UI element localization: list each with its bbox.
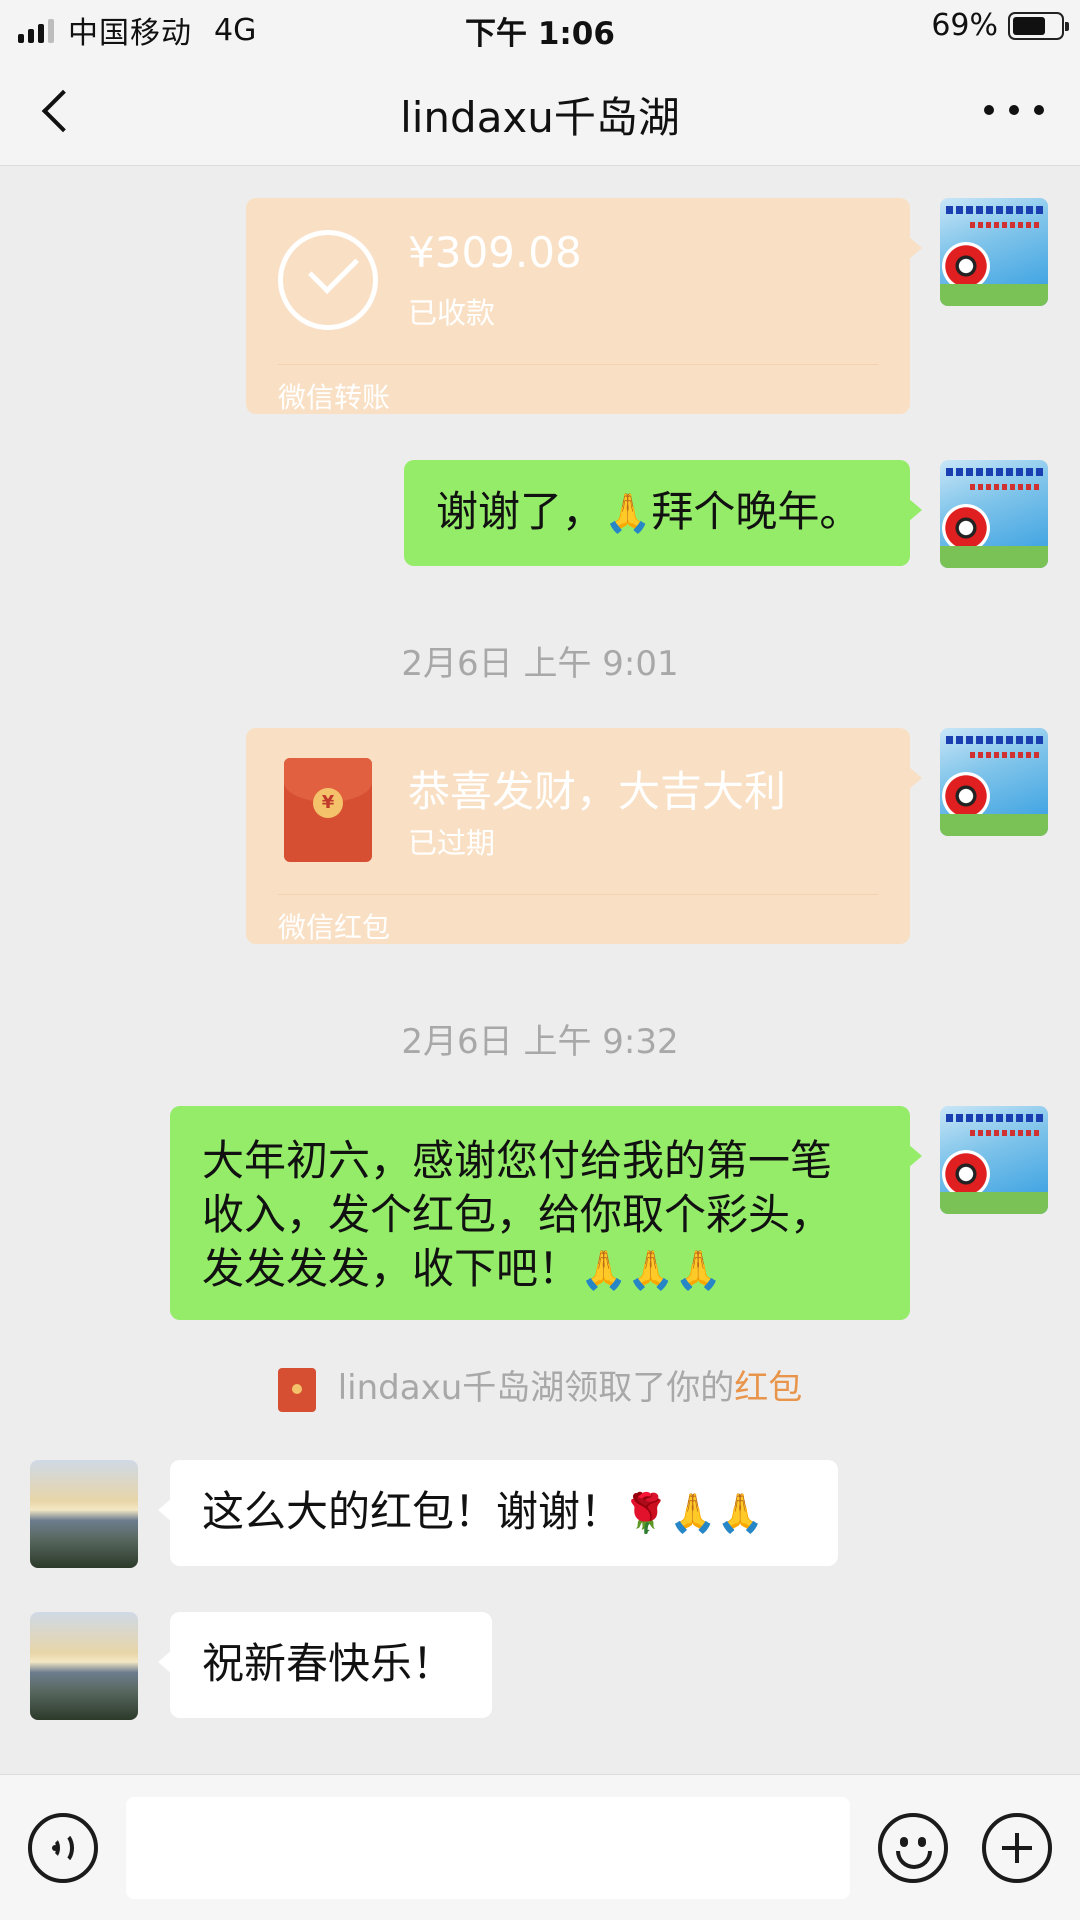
pray-emoji-icon: 🙏🙏🙏 [580, 1248, 722, 1292]
check-circle-icon [278, 230, 378, 330]
transfer-amount: ¥309.08 [408, 228, 582, 277]
transfer-footer: 微信转账 [278, 381, 391, 414]
pray-emoji-icon: 🙏 [604, 491, 652, 535]
input-bar [0, 1774, 1080, 1920]
message-input[interactable] [126, 1797, 850, 1899]
red-packet-icon [277, 1367, 316, 1412]
more-dots-icon[interactable] [984, 92, 1044, 128]
emoji-icon[interactable] [878, 1813, 948, 1883]
message-line: 发发发发，收下吧！🙏🙏🙏 [202, 1242, 878, 1297]
card-divider [278, 894, 878, 895]
status-right: 69% [931, 8, 1069, 43]
my-avatar[interactable] [940, 198, 1048, 306]
contact-avatar[interactable] [30, 1460, 138, 1568]
chat-header: lindaxu千岛湖 [0, 54, 1080, 166]
notice-text: lindaxu千岛湖领取了你的 [337, 1368, 735, 1408]
battery-fill [1013, 16, 1045, 35]
message-line: 收入，发个红包，给你取个彩头， [202, 1190, 833, 1239]
status-time: 下午 1:06 [465, 16, 615, 52]
my-avatar[interactable] [940, 460, 1048, 568]
chat-title: lindaxu千岛湖 [400, 93, 680, 142]
transfer-card[interactable]: ¥309.08 已收款 微信转账 [246, 198, 922, 414]
red-packet-status: 已过期 [408, 826, 496, 860]
rose-pray-emoji-icon: 🌹🙏🙏 [622, 1491, 764, 1535]
timestamp: 2月6日 上午 9:01 [401, 644, 679, 684]
message-text: 祝新春快乐！ [202, 1639, 455, 1688]
message-text: 谢谢了，🙏拜个晚年。 [436, 487, 861, 536]
my-avatar[interactable] [940, 728, 1048, 836]
red-packet-footer: 微信红包 [278, 911, 391, 944]
voice-icon[interactable] [28, 1813, 98, 1883]
red-packet-title: 恭喜发财，大吉大利 [408, 767, 787, 816]
contact-avatar[interactable] [30, 1612, 138, 1720]
timestamp: 2月6日 上午 9:32 [401, 1022, 679, 1062]
message-line: 大年初六，感谢您付给我的第一笔 [202, 1136, 833, 1185]
transfer-status: 已收款 [408, 296, 496, 330]
received-message[interactable]: 这么大的红包！谢谢！🌹🙏🙏 [158, 1460, 838, 1566]
plus-icon[interactable] [982, 1813, 1052, 1883]
system-notice: lindaxu千岛湖领取了你的红包 [0, 1360, 1080, 1412]
received-message[interactable]: 祝新春快乐！ [158, 1612, 492, 1718]
red-packet-icon: ¥ [284, 758, 372, 862]
sent-message-long[interactable]: 大年初六，感谢您付给我的第一笔 收入，发个红包，给你取个彩头， 发发发发，收下吧… [170, 1106, 922, 1320]
sent-message-thanks[interactable]: 谢谢了，🙏拜个晚年。 [404, 460, 922, 566]
red-packet-link[interactable]: 红包 [734, 1368, 802, 1408]
card-divider [278, 364, 878, 365]
message-text: 这么大的红包！谢谢！🌹🙏🙏 [202, 1487, 764, 1536]
battery-icon [1008, 11, 1069, 40]
my-avatar[interactable] [940, 1106, 1048, 1214]
red-packet-card[interactable]: ¥ 恭喜发财，大吉大利 已过期 微信红包 [246, 728, 922, 944]
battery-percent: 69% [931, 8, 998, 43]
status-bar: 中国移动 4G 下午 1:06 69% [0, 0, 1080, 54]
